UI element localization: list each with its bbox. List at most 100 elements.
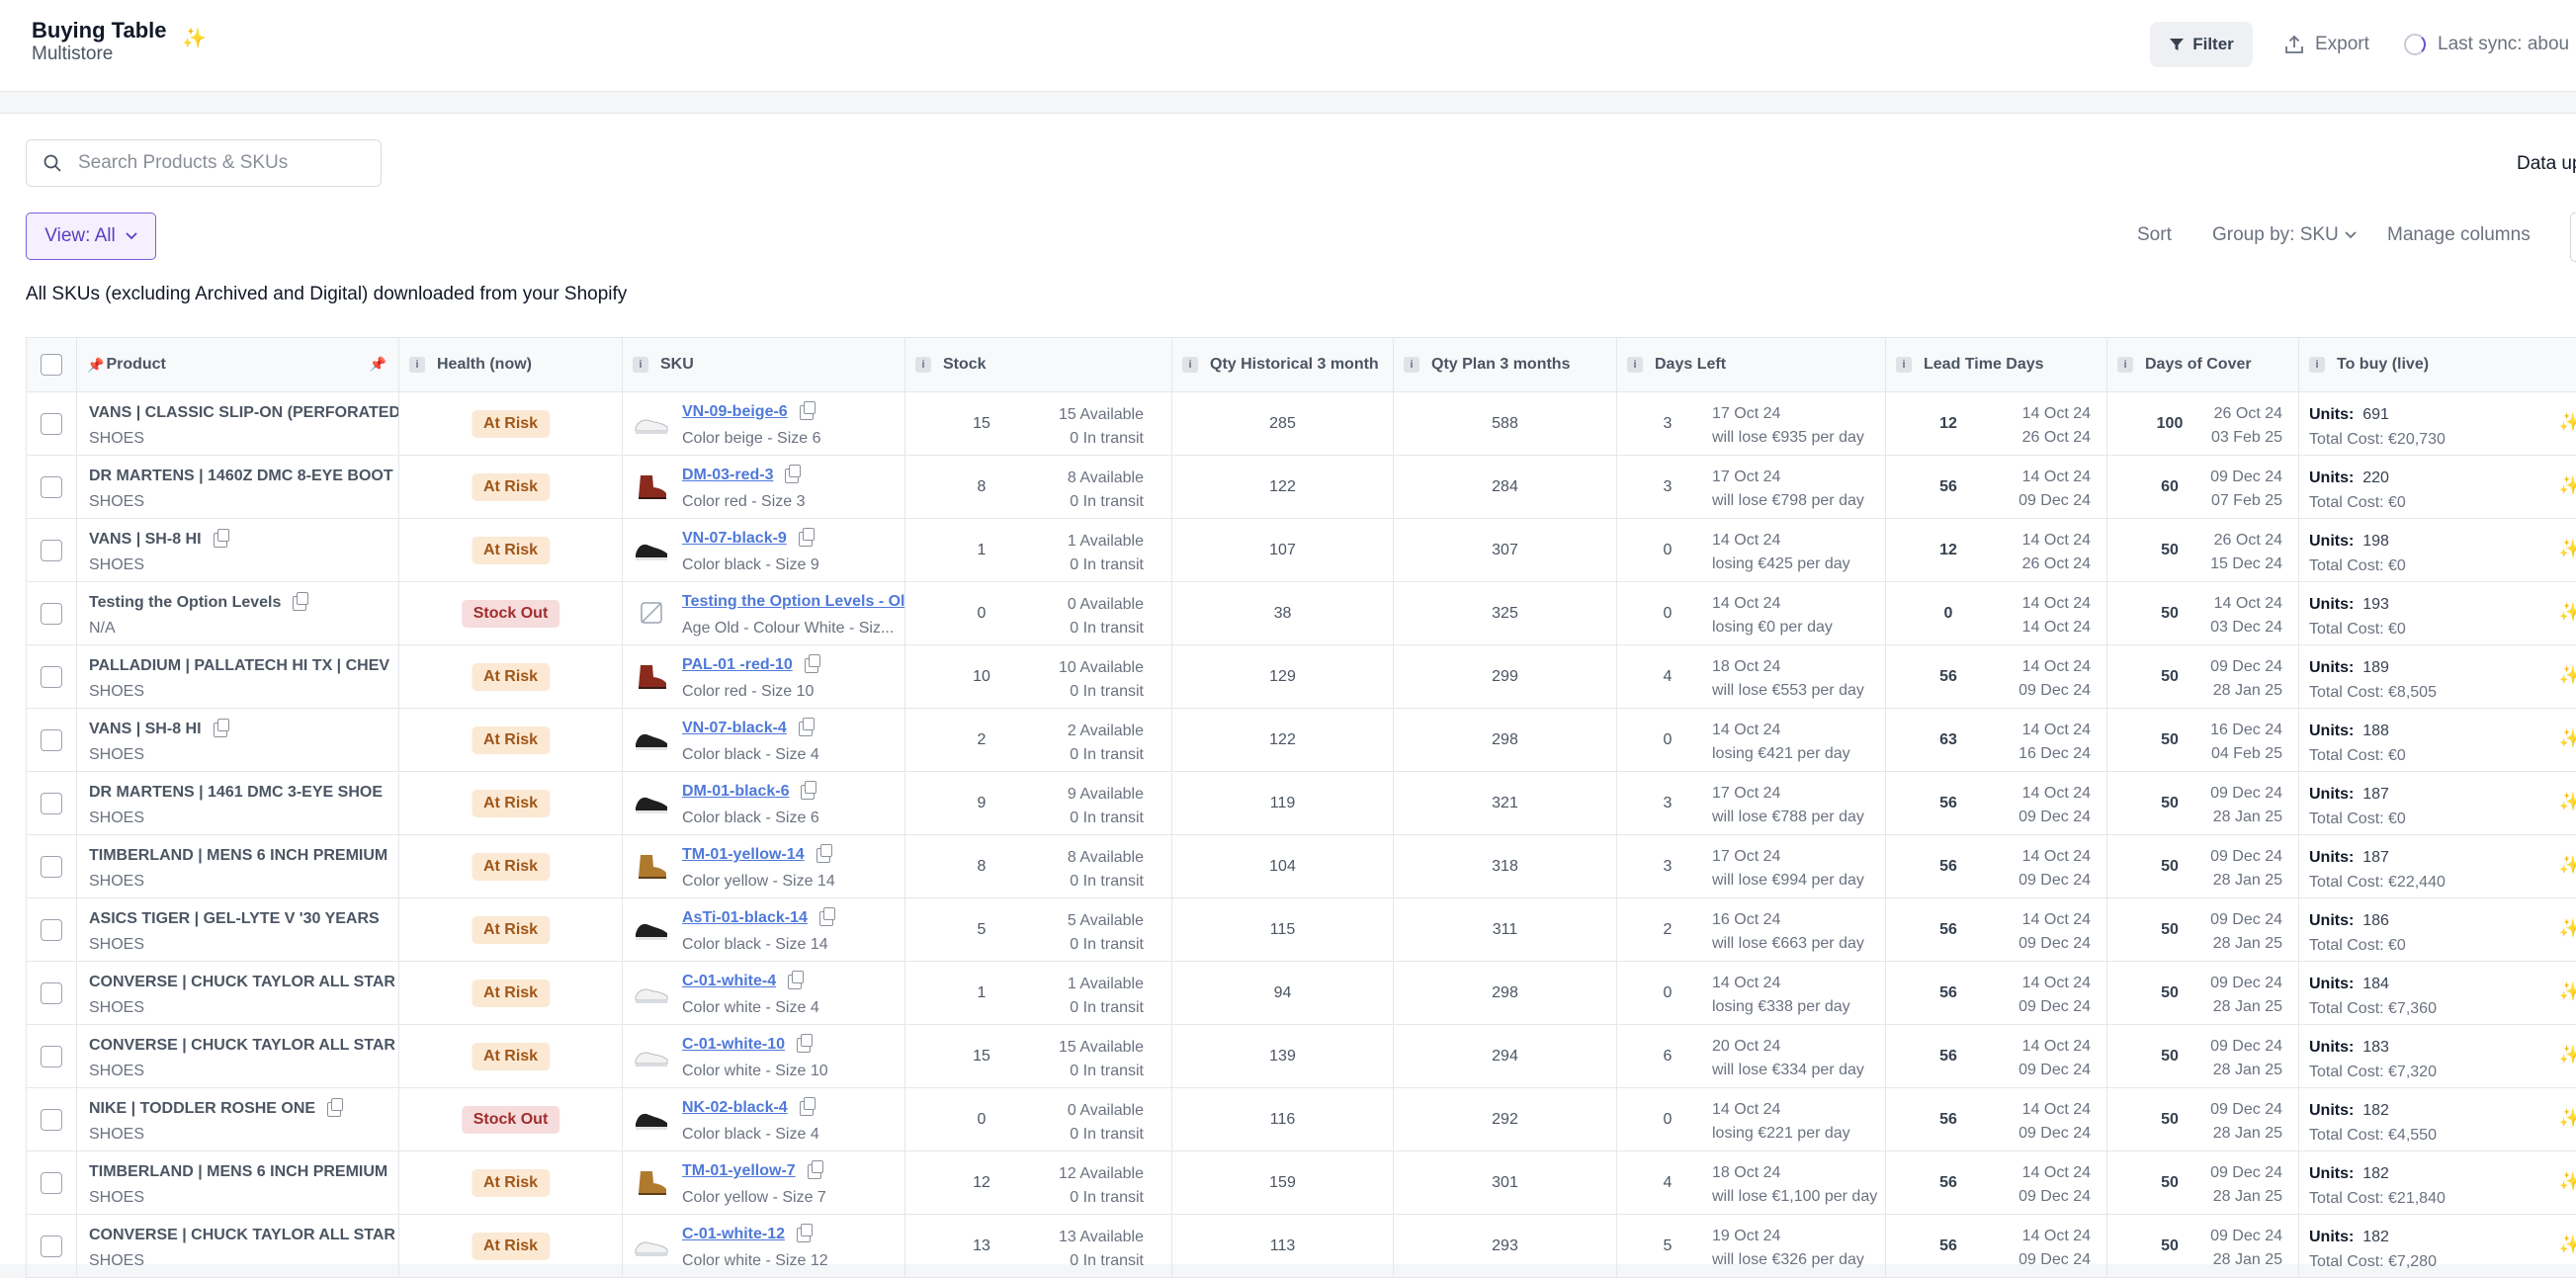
header-stock[interactable]: i Stock — [905, 338, 1172, 391]
filter-button[interactable]: Filter — [2150, 22, 2253, 67]
row-checkbox[interactable] — [41, 412, 62, 435]
search-box[interactable] — [26, 139, 382, 187]
copy-icon[interactable] — [816, 843, 832, 863]
select-all-checkbox[interactable] — [41, 354, 62, 376]
header-product[interactable]: 📌 Product 📌 — [77, 338, 399, 391]
to-buy-cell[interactable]: Units: 220 Total Cost: €0 ✨ — [2299, 456, 2576, 518]
to-buy-cell[interactable]: Units: 691 Total Cost: €20,730 ✨ — [2299, 392, 2576, 455]
row-checkbox[interactable] — [41, 475, 62, 498]
sku-link[interactable]: VN-07-black-4 — [682, 720, 787, 737]
product-cell[interactable]: VANS | SH-8 HI SHOES — [77, 519, 399, 581]
sparkle-icon[interactable]: ✨ — [2559, 539, 2576, 559]
info-icon[interactable]: i — [2309, 357, 2325, 373]
row-checkbox[interactable] — [41, 855, 62, 878]
copy-icon[interactable] — [293, 591, 309, 611]
sku-link[interactable]: VN-07-black-9 — [682, 530, 787, 548]
sparkle-icon[interactable]: ✨ — [2559, 792, 2576, 812]
to-buy-cell[interactable]: Units: 182 Total Cost: €21,840 ✨ — [2299, 1151, 2576, 1214]
header-days-of-cover[interactable]: i Days of Cover — [2107, 338, 2299, 391]
sparkle-icon[interactable]: ✨ — [2559, 475, 2576, 496]
sparkle-icon[interactable]: ✨ — [2559, 1045, 2576, 1065]
product-cell[interactable]: Testing the Option Levels N/A — [77, 582, 399, 644]
to-buy-cell[interactable]: Units: 193 Total Cost: €0 ✨ — [2299, 582, 2576, 644]
export-button[interactable]: Export — [2283, 22, 2369, 67]
sparkle-icon[interactable]: ✨ — [2559, 918, 2576, 939]
product-cell[interactable]: NIKE | TODDLER ROSHE ONE SHOES — [77, 1088, 399, 1150]
copy-icon[interactable] — [799, 1096, 816, 1116]
table-row[interactable]: PALLADIUM | PALLATECH HI TX | CHEV SHOES… — [26, 645, 2576, 709]
copy-icon[interactable] — [213, 718, 229, 737]
copy-icon[interactable] — [804, 653, 820, 673]
product-cell[interactable]: CONVERSE | CHUCK TAYLOR ALL STAR SHOES — [77, 1215, 399, 1277]
copy-icon[interactable] — [788, 970, 805, 989]
copy-icon[interactable] — [799, 400, 816, 420]
product-cell[interactable]: VANS | CLASSIC SLIP-ON (PERFORATED SHOES — [77, 392, 399, 455]
header-lead-time[interactable]: i Lead Time Days — [1886, 338, 2107, 391]
row-checkbox[interactable] — [41, 1171, 62, 1194]
info-icon[interactable]: i — [1896, 357, 1912, 373]
product-cell[interactable]: CONVERSE | CHUCK TAYLOR ALL STAR SHOES — [77, 962, 399, 1024]
copy-icon[interactable] — [818, 906, 835, 926]
info-icon[interactable]: i — [2117, 357, 2133, 373]
to-buy-cell[interactable]: Units: 198 Total Cost: €0 ✨ — [2299, 519, 2576, 581]
product-cell[interactable]: DR MARTENS | 1461 DMC 3-EYE SHOE SHOES — [77, 772, 399, 834]
sku-link[interactable]: C-01-white-12 — [682, 1226, 785, 1243]
table-row[interactable]: Testing the Option Levels N/A Stock Out … — [26, 582, 2576, 645]
sparkle-icon[interactable]: ✨ — [2559, 855, 2576, 876]
row-checkbox[interactable] — [41, 539, 62, 561]
copy-icon[interactable] — [797, 1223, 814, 1242]
table-row[interactable]: NIKE | TODDLER ROSHE ONE SHOES Stock Out… — [26, 1088, 2576, 1151]
sparkle-icon[interactable]: ✨ — [2559, 412, 2576, 433]
product-cell[interactable]: DR MARTENS | 1460Z DMC 8-EYE BOOT SHOES — [77, 456, 399, 518]
table-row[interactable]: CONVERSE | CHUCK TAYLOR ALL STAR SHOES A… — [26, 962, 2576, 1025]
product-cell[interactable]: TIMBERLAND | MENS 6 INCH PREMIUM SHOES — [77, 1151, 399, 1214]
copy-icon[interactable] — [327, 1097, 344, 1117]
manage-columns-button[interactable]: Manage columns — [2387, 224, 2531, 246]
row-checkbox[interactable] — [41, 918, 62, 941]
sort-button[interactable]: Sort — [2137, 224, 2172, 246]
sku-link[interactable]: C-01-white-10 — [682, 1036, 785, 1054]
table-row[interactable]: DR MARTENS | 1460Z DMC 8-EYE BOOT SHOES … — [26, 456, 2576, 519]
sku-link[interactable]: TM-01-yellow-14 — [682, 846, 805, 864]
sku-link[interactable]: C-01-white-4 — [682, 973, 776, 990]
table-row[interactable]: VANS | SH-8 HI SHOES At Risk VN-07-black… — [26, 519, 2576, 582]
copy-icon[interactable] — [797, 1033, 814, 1053]
header-to-buy[interactable]: i To buy (live) — [2299, 338, 2576, 391]
header-days-left[interactable]: i Days Left — [1617, 338, 1886, 391]
view-select[interactable]: View: All — [26, 213, 156, 260]
product-cell[interactable]: ASICS TIGER | GEL-LYTE V '30 YEARS SHOES — [77, 898, 399, 961]
product-cell[interactable]: VANS | SH-8 HI SHOES — [77, 709, 399, 771]
to-buy-cell[interactable]: Units: 184 Total Cost: €7,360 ✨ — [2299, 962, 2576, 1024]
copy-icon[interactable] — [801, 780, 817, 800]
row-checkbox[interactable] — [41, 602, 62, 625]
sku-link[interactable]: TM-01-yellow-7 — [682, 1162, 796, 1180]
group-by-select[interactable]: Group by: SKU — [2212, 224, 2357, 246]
product-cell[interactable]: PALLADIUM | PALLATECH HI TX | CHEV SHOES — [77, 645, 399, 708]
table-row[interactable]: TIMBERLAND | MENS 6 INCH PREMIUM SHOES A… — [26, 1151, 2576, 1215]
sparkle-icon[interactable]: ✨ — [2559, 665, 2576, 686]
table-row[interactable]: VANS | CLASSIC SLIP-ON (PERFORATED SHOES… — [26, 392, 2576, 456]
sku-link[interactable]: VN-09-beige-6 — [682, 403, 788, 421]
row-checkbox[interactable] — [41, 1108, 62, 1131]
sparkle-icon[interactable]: ✨ — [182, 26, 207, 50]
copy-icon[interactable] — [213, 528, 229, 548]
table-row[interactable]: DR MARTENS | 1461 DMC 3-EYE SHOE SHOES A… — [26, 772, 2576, 835]
row-checkbox[interactable] — [41, 728, 62, 751]
sku-link[interactable]: DM-03-red-3 — [682, 467, 773, 484]
sku-link[interactable]: DM-01-black-6 — [682, 783, 789, 801]
info-icon[interactable]: i — [409, 357, 425, 373]
info-icon[interactable]: i — [915, 357, 931, 373]
header-health[interactable]: i Health (now) — [399, 338, 623, 391]
to-buy-cell[interactable]: Units: 187 Total Cost: €0 ✨ — [2299, 772, 2576, 834]
sparkle-icon[interactable]: ✨ — [2559, 1235, 2576, 1255]
sparkle-icon[interactable]: ✨ — [2559, 1108, 2576, 1129]
copy-icon[interactable] — [798, 717, 815, 736]
info-icon[interactable]: i — [633, 357, 648, 373]
table-row[interactable]: CONVERSE | CHUCK TAYLOR ALL STAR SHOES A… — [26, 1215, 2576, 1278]
to-buy-cell[interactable]: Units: 188 Total Cost: €0 ✨ — [2299, 709, 2576, 771]
row-checkbox[interactable] — [41, 665, 62, 688]
copy-icon[interactable] — [798, 527, 815, 547]
sparkle-icon[interactable]: ✨ — [2559, 602, 2576, 623]
row-checkbox[interactable] — [41, 792, 62, 814]
to-buy-cell[interactable]: Units: 182 Total Cost: €4,550 ✨ — [2299, 1088, 2576, 1150]
